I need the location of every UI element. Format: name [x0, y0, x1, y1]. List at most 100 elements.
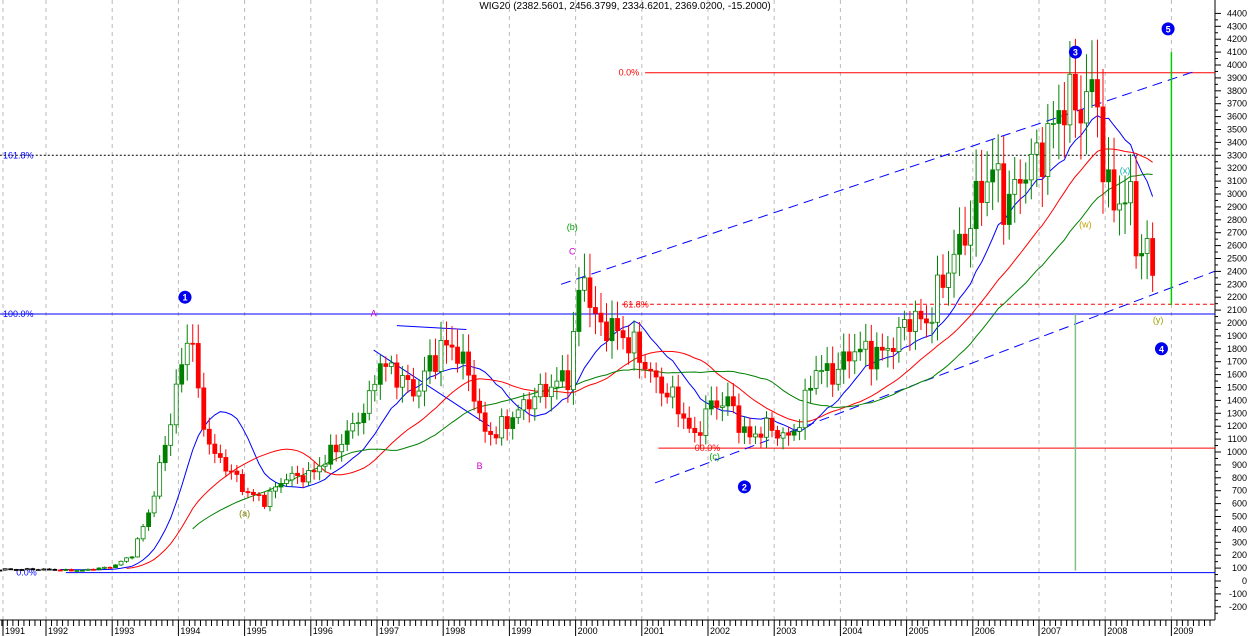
candle-body: [995, 163, 1001, 171]
candle-body: [366, 390, 372, 414]
candle-body: [1017, 179, 1023, 184]
candle-body: [206, 428, 212, 445]
candle-body: [973, 180, 979, 229]
candle: [91, 568, 96, 571]
candle-body: [74, 570, 80, 572]
candle-body: [339, 443, 345, 453]
candle-body: [1028, 153, 1034, 181]
candle-body: [328, 444, 334, 465]
candle: [1006, 170, 1012, 240]
candle-body: [433, 355, 438, 372]
candle: [764, 411, 769, 449]
candle-body: [626, 337, 631, 354]
candle: [548, 374, 554, 412]
candle: [1001, 136, 1007, 245]
y-tick-label: 700: [1232, 486, 1247, 496]
candle: [808, 375, 814, 404]
candle-body: [460, 351, 466, 364]
x-tick-label: 1995: [247, 626, 267, 636]
candle: [730, 383, 736, 414]
candle-body: [918, 310, 924, 320]
candle-body: [901, 319, 907, 328]
y-tick-label: 500: [1232, 512, 1247, 522]
candle-body: [333, 444, 339, 453]
x-tick-label: 1999: [511, 626, 531, 636]
y-tick-label: 1900: [1227, 331, 1247, 341]
wave-label: 5: [1166, 24, 1171, 34]
candle: [681, 402, 687, 429]
candle: [1039, 127, 1045, 207]
candle: [157, 455, 163, 500]
candle: [769, 412, 775, 438]
candle-body: [593, 307, 598, 314]
wave-label: (x): [1120, 165, 1131, 175]
y-tick-label: 1500: [1227, 383, 1247, 393]
candle-body: [874, 346, 880, 370]
y-tick-label: 4300: [1227, 21, 1247, 31]
candle-body: [267, 490, 273, 507]
candle: [217, 444, 223, 464]
y-tick-label: 3200: [1227, 163, 1247, 173]
candle: [742, 416, 747, 444]
candle: [1150, 222, 1156, 292]
candle-body: [692, 427, 698, 434]
fib-level-label: 100.0%: [3, 309, 34, 319]
candle: [753, 425, 758, 444]
candle-body: [879, 346, 885, 351]
y-tick-label: 3700: [1227, 99, 1247, 109]
y-tick-label: 400: [1232, 524, 1247, 534]
candle-body: [372, 383, 378, 392]
candle: [135, 537, 140, 558]
chart-window: WIG20 (2382.5601, 2456.3799, 2334.6201, …: [0, 0, 1250, 636]
candle-body: [1023, 179, 1029, 184]
candle-body: [515, 409, 521, 419]
candle: [107, 566, 113, 569]
candle: [195, 324, 201, 398]
candle-body: [868, 340, 874, 370]
candle: [1106, 137, 1111, 208]
candle-body: [284, 479, 289, 484]
candle-body: [703, 408, 709, 436]
candle-body: [1133, 181, 1139, 257]
candle-body: [466, 351, 471, 376]
candle-body: [504, 416, 510, 429]
candle: [554, 367, 560, 400]
candle: [521, 393, 527, 421]
y-tick-label: 3000: [1227, 189, 1247, 199]
fib-level-label: 0.0%: [619, 68, 640, 78]
candle-body: [273, 486, 278, 492]
candle-body: [747, 426, 753, 438]
candle: [206, 417, 212, 455]
candle: [289, 466, 295, 487]
candle: [692, 416, 698, 443]
candle: [422, 356, 427, 407]
candle-body: [0, 569, 3, 572]
candle-body: [129, 556, 135, 559]
wave-label: 3: [1073, 48, 1078, 58]
candle: [852, 333, 858, 374]
wave-label: (b): [567, 222, 578, 232]
candle: [350, 412, 356, 439]
candle-body: [1045, 123, 1051, 177]
candle-body: [802, 389, 808, 429]
candle-body: [1144, 238, 1150, 254]
candle: [140, 524, 146, 542]
candle: [184, 324, 190, 381]
candle-body: [24, 568, 30, 571]
candle-body: [532, 396, 538, 410]
candle: [333, 434, 339, 462]
candle: [708, 386, 714, 416]
candle: [113, 564, 118, 569]
y-tick-label: 2100: [1227, 305, 1247, 315]
candle-body: [168, 424, 174, 446]
candle: [460, 333, 466, 380]
candle: [924, 305, 929, 338]
candle: [328, 434, 334, 470]
candle-body: [477, 400, 483, 414]
candle-body: [146, 512, 152, 527]
candle-body: [736, 405, 742, 433]
candle: [813, 355, 819, 395]
candle: [129, 556, 135, 560]
candle: [361, 403, 367, 435]
candle-body: [559, 370, 565, 382]
